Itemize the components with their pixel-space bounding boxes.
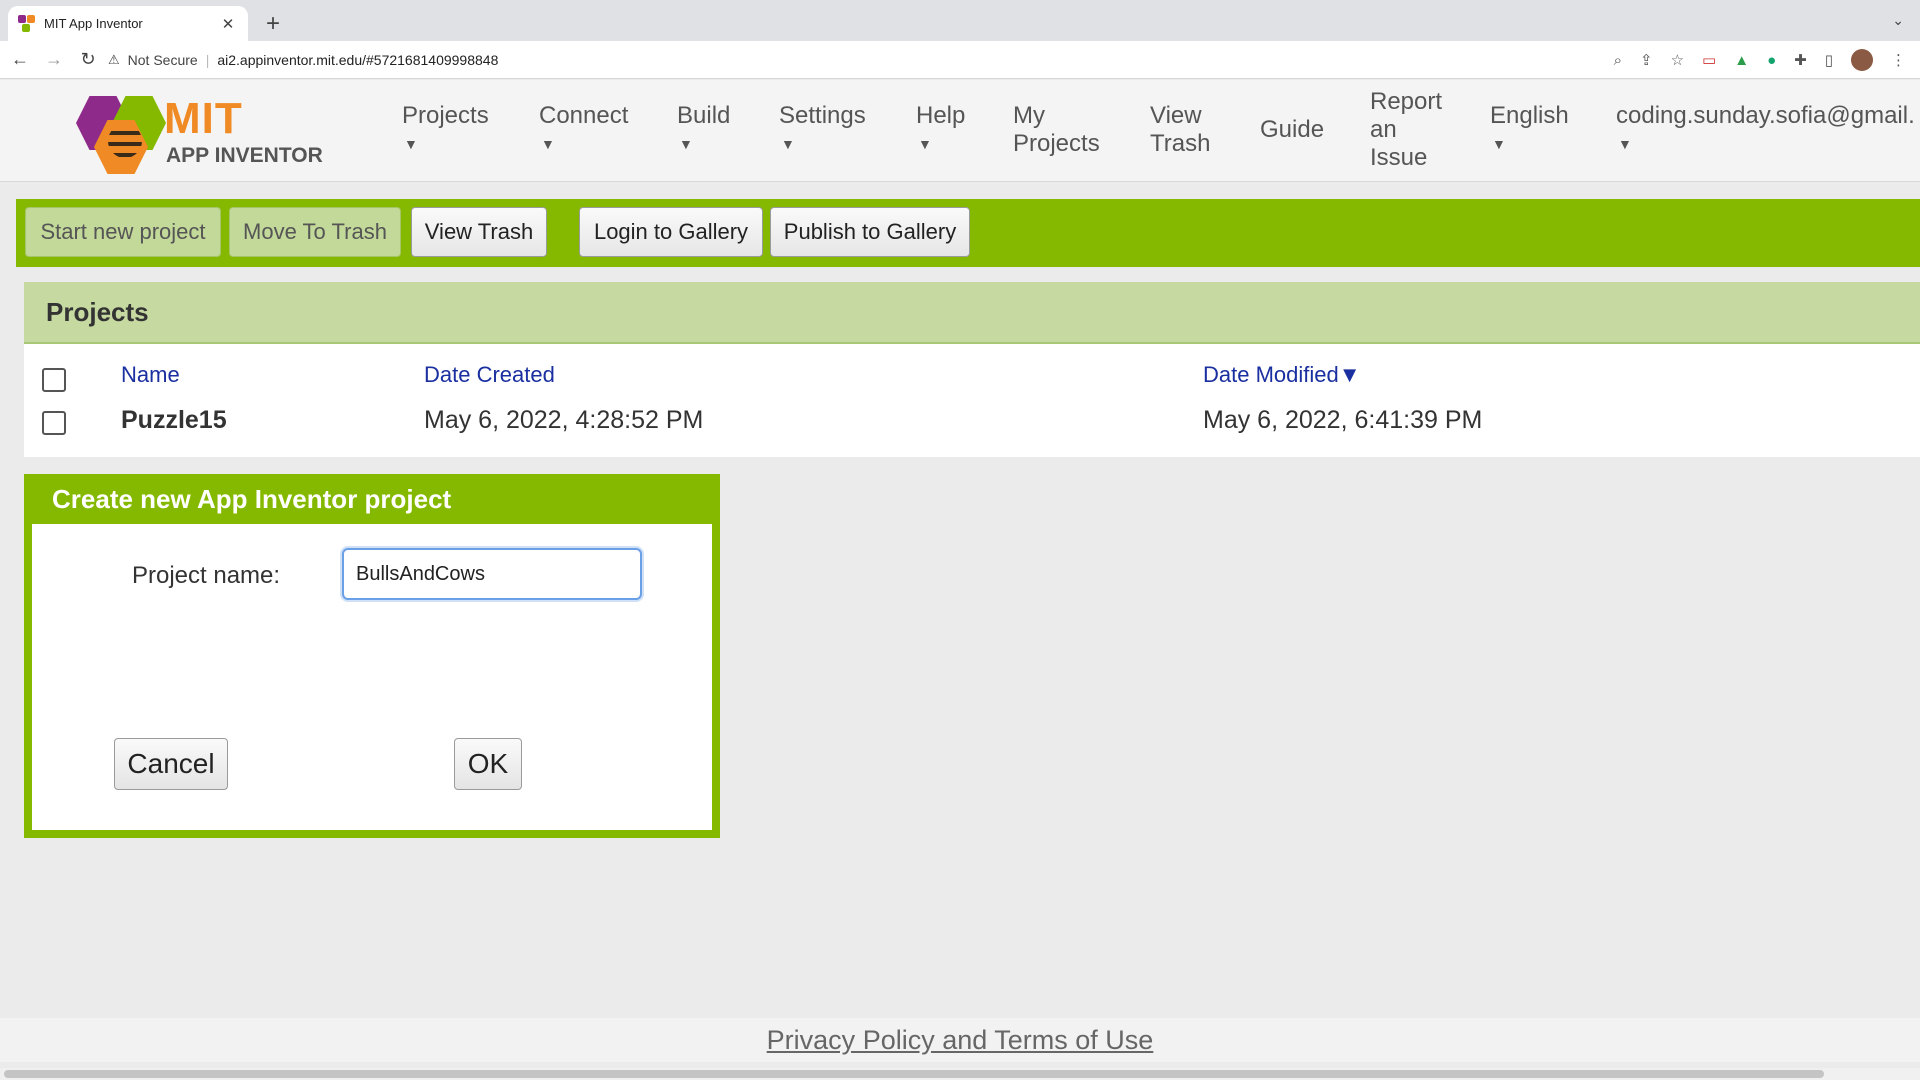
footer: Privacy Policy and Terms of Use xyxy=(0,1018,1920,1062)
menu-help[interactable]: Help ▼ xyxy=(916,102,965,204)
dropdown-caret-icon: ▼ xyxy=(541,136,555,152)
column-header-date-created[interactable]: Date Created xyxy=(424,362,555,388)
menu-my-projects[interactable]: My Projects xyxy=(1013,102,1100,204)
cancel-button[interactable]: Cancel xyxy=(114,738,228,790)
menu-settings[interactable]: Settings ▼ xyxy=(779,102,866,204)
menu-language[interactable]: English ▼ xyxy=(1490,102,1569,204)
horizontal-scrollbar[interactable] xyxy=(0,1068,1920,1080)
project-name[interactable]: Puzzle15 xyxy=(121,406,227,435)
project-date-created: May 6, 2022, 4:28:52 PM xyxy=(424,406,704,434)
profile-avatar[interactable] xyxy=(1851,49,1873,71)
reload-icon[interactable]: ↻ xyxy=(74,49,102,70)
side-panel-icon[interactable]: ▯ xyxy=(1825,51,1833,69)
projects-heading: Projects xyxy=(24,282,1920,344)
bee-icon xyxy=(108,124,142,158)
browser-tabstrip: MIT App Inventor ✕ + ⌄ xyxy=(0,0,1920,41)
dropdown-caret-icon: ▼ xyxy=(1618,136,1632,152)
mit-app-inventor-logo[interactable]: MIT APP INVENTOR xyxy=(72,86,332,178)
publish-to-gallery-button[interactable]: Publish to Gallery xyxy=(770,207,970,257)
close-tab-icon[interactable]: ✕ xyxy=(218,15,238,33)
menu-report-issue[interactable]: Report an Issue xyxy=(1370,88,1442,190)
menu-account[interactable]: coding.sunday.sofia@gmail. ▼ xyxy=(1616,102,1915,204)
logo-title: MIT xyxy=(164,94,243,143)
project-date-modified: May 6, 2022, 6:41:39 PM xyxy=(1203,406,1483,434)
start-new-project-button[interactable]: Start new project xyxy=(25,207,221,257)
browser-tab[interactable]: MIT App Inventor ✕ xyxy=(8,6,248,41)
login-to-gallery-button[interactable]: Login to Gallery xyxy=(579,207,763,257)
column-header-name[interactable]: Name xyxy=(121,362,180,388)
menu-connect[interactable]: Connect ▼ xyxy=(539,102,628,204)
row-checkbox[interactable] xyxy=(42,411,66,435)
view-trash-button[interactable]: View Trash xyxy=(411,207,547,257)
cast-icon[interactable]: ▭ xyxy=(1702,51,1716,69)
project-toolbar: Start new project Move To Trash View Tra… xyxy=(16,199,1920,267)
app-header: MIT APP INVENTOR Projects ▼ Connect ▼ Bu… xyxy=(0,80,1920,182)
select-all-checkbox[interactable] xyxy=(42,368,66,392)
project-name-input[interactable] xyxy=(342,548,642,600)
dropdown-caret-icon: ▼ xyxy=(918,136,932,152)
url-text: ai2.appinventor.mit.edu/#572168140999884… xyxy=(217,52,499,68)
zoom-icon[interactable]: ⌕ xyxy=(1614,52,1622,69)
project-name-label: Project name: xyxy=(132,562,281,589)
share-icon[interactable]: ⇪ xyxy=(1640,51,1653,69)
menu-view-trash[interactable]: View Trash xyxy=(1150,102,1210,204)
dropdown-caret-icon: ▼ xyxy=(404,136,418,152)
warning-icon: ⚠ xyxy=(108,52,120,67)
new-tab-icon[interactable]: + xyxy=(258,9,288,39)
bookmark-star-icon[interactable]: ☆ xyxy=(1671,51,1684,69)
app-inventor-favicon-icon xyxy=(18,14,36,33)
security-label: Not Secure xyxy=(127,52,198,68)
menu-build[interactable]: Build ▼ xyxy=(677,102,730,204)
extensions-puzzle-icon[interactable]: ✚ xyxy=(1794,51,1807,69)
menu-projects[interactable]: Projects ▼ xyxy=(402,102,489,204)
privacy-policy-link[interactable]: Privacy Policy and Terms of Use xyxy=(767,1025,1154,1055)
grammarly-icon[interactable]: ● xyxy=(1767,52,1776,69)
create-project-dialog: Create new App Inventor project Project … xyxy=(24,474,720,838)
dropdown-caret-icon: ▼ xyxy=(1492,136,1506,152)
back-icon[interactable]: ← xyxy=(6,49,34,70)
dialog-title: Create new App Inventor project xyxy=(52,484,452,514)
column-header-date-modified[interactable]: Date Modified▼ xyxy=(1203,362,1361,388)
browser-extensions: ⌕ ⇪ ☆ ▭ ▲ ● ✚ ▯ ⋮ xyxy=(1614,41,1906,79)
address-bar[interactable]: ⚠ Not Secure | ai2.appinventor.mit.edu/#… xyxy=(108,45,1588,75)
dropdown-caret-icon: ▼ xyxy=(679,136,693,152)
drive-icon[interactable]: ▲ xyxy=(1734,52,1749,69)
scrollbar-thumb[interactable] xyxy=(4,1070,1824,1078)
dropdown-caret-icon: ▼ xyxy=(781,136,795,152)
projects-panel: Projects Name Date Created Date Modified… xyxy=(24,282,1920,457)
tab-title: MIT App Inventor xyxy=(44,16,143,31)
logo-subtitle: APP INVENTOR xyxy=(166,144,323,167)
browser-menu-icon[interactable]: ⋮ xyxy=(1891,51,1906,69)
move-to-trash-button[interactable]: Move To Trash xyxy=(229,207,401,257)
table-row[interactable] xyxy=(24,400,1920,444)
ok-button[interactable]: OK xyxy=(454,738,522,790)
chevron-down-icon[interactable]: ⌄ xyxy=(1892,12,1904,29)
dialog-body: Project name: Cancel OK xyxy=(32,524,712,830)
forward-icon[interactable]: → xyxy=(40,49,68,70)
